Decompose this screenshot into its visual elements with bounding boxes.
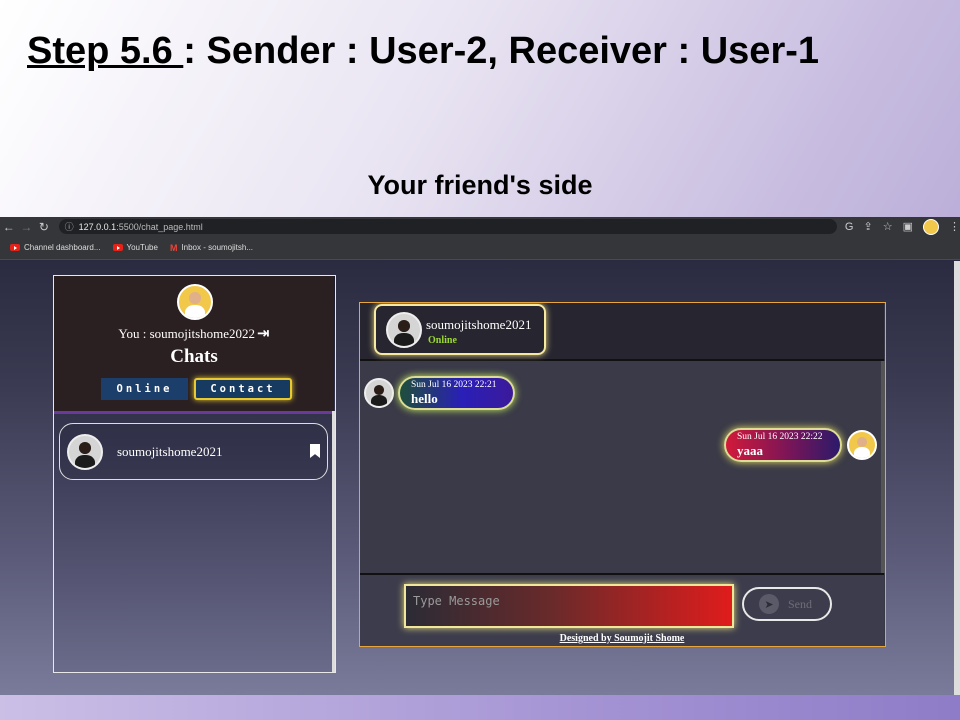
youtube-icon: [112, 244, 123, 251]
bookmark-label: YouTube: [126, 243, 158, 252]
credit-link[interactable]: Designed by Soumojit Shome: [360, 633, 884, 644]
bookmark-label: Inbox - soumojitsh...: [181, 243, 254, 252]
contact-avatar: [67, 434, 103, 470]
bookmark-inbox[interactable]: M Inbox - soumojitsh...: [170, 243, 253, 253]
peer-avatar: [386, 312, 422, 348]
share-icon[interactable]: ⇪: [863, 220, 872, 233]
url-bar: ← → ↻ ⓘ 127.0.0.1:5500/chat_page.html G …: [0, 217, 960, 236]
back-icon[interactable]: ←: [0, 220, 18, 234]
peer-info: soumojitshome2021 Online: [374, 304, 546, 355]
message-text: hello: [411, 391, 438, 406]
browser-window: ← → ↻ ⓘ 127.0.0.1:5500/chat_page.html G …: [0, 217, 960, 695]
url-host: 127.0.0.1: [78, 221, 117, 232]
chat-window: soumojitshome2021 Online Sun Jul 16 2023…: [359, 302, 886, 647]
page-scrollbar[interactable]: [954, 261, 960, 695]
youtube-icon: [10, 244, 20, 251]
bookmark-youtube[interactable]: YouTube: [112, 243, 158, 252]
address-field[interactable]: ⓘ 127.0.0.1:5500/chat_page.html: [58, 219, 837, 234]
sidebar-scrollbar[interactable]: [332, 411, 335, 672]
message-timestamp: Sun Jul 16 2023 22:22: [737, 432, 823, 442]
peer-status: Online: [428, 335, 457, 346]
bookmarks-bar: Channel dashboard... YouTube M Inbox - so…: [0, 236, 960, 260]
slide-title-step: Step 5.6: [27, 30, 184, 72]
message-scrollbar[interactable]: [881, 361, 885, 573]
message-input[interactable]: Type Message: [404, 584, 734, 628]
slide-bottom-strip: [0, 695, 960, 720]
contact-name: soumojitshome2021: [117, 444, 223, 459]
send-button[interactable]: ➤ Send: [742, 587, 832, 621]
tab-contact[interactable]: Contact: [194, 378, 292, 400]
contact-list-item[interactable]: soumojitshome2021: [59, 423, 328, 480]
star-icon[interactable]: ☆: [883, 220, 893, 233]
url-path: :5500/chat_page.html: [116, 221, 203, 232]
message-timestamp: Sun Jul 16 2023 22:21: [411, 380, 497, 390]
you-label: You : soumojitshome2022: [118, 326, 256, 341]
slide-title: Step 5.6 : Sender : User-2, Receiver : U…: [27, 30, 819, 73]
gmail-icon: M: [169, 242, 178, 253]
slide-subtitle: Your friend's side: [367, 170, 593, 200]
chat-header: soumojitshome2021 Online: [360, 303, 884, 361]
user-avatar: [177, 284, 213, 320]
bookmark-channel-dashboard[interactable]: Channel dashboard...: [10, 243, 101, 252]
profile-avatar[interactable]: [922, 218, 939, 235]
bookmark-icon[interactable]: [310, 444, 320, 458]
info-icon[interactable]: ⓘ: [65, 220, 74, 233]
message-sender-avatar: [364, 378, 394, 408]
forward-icon[interactable]: →: [18, 220, 36, 234]
logout-icon[interactable]: ⇥: [257, 324, 270, 342]
chat-list-panel: You : soumojitshome2022 ⇥ Chats Online Co…: [53, 275, 336, 673]
reload-icon[interactable]: ↻: [35, 220, 53, 234]
send-icon: ➤: [759, 594, 779, 614]
current-user-label: You : soumojitshome2022 ⇥: [54, 324, 334, 342]
message-text: yaaa: [737, 443, 763, 458]
tab-online[interactable]: Online: [101, 378, 188, 400]
menu-icon[interactable]: ⋮: [949, 220, 960, 233]
bookmark-label: Channel dashboard...: [24, 243, 101, 252]
sidepanel-icon[interactable]: ▣: [903, 220, 913, 233]
sidebar-header: You : soumojitshome2022 ⇥ Chats Online Co…: [54, 276, 334, 414]
google-icon[interactable]: G: [845, 221, 854, 233]
message-bubble-incoming: Sun Jul 16 2023 22:21 hello: [398, 376, 515, 410]
slide-title-rest: : Sender : User-2, Receiver : User-1: [183, 30, 820, 72]
chats-title: Chats: [170, 346, 218, 367]
composer-area: Type Message ➤ Send Designed by Soumojit…: [360, 573, 884, 646]
send-label: Send: [788, 596, 812, 611]
message-bubble-outgoing: Sun Jul 16 2023 22:22 yaaa: [724, 428, 842, 462]
peer-name: soumojitshome2021: [426, 317, 532, 332]
message-user-avatar: [847, 430, 877, 460]
